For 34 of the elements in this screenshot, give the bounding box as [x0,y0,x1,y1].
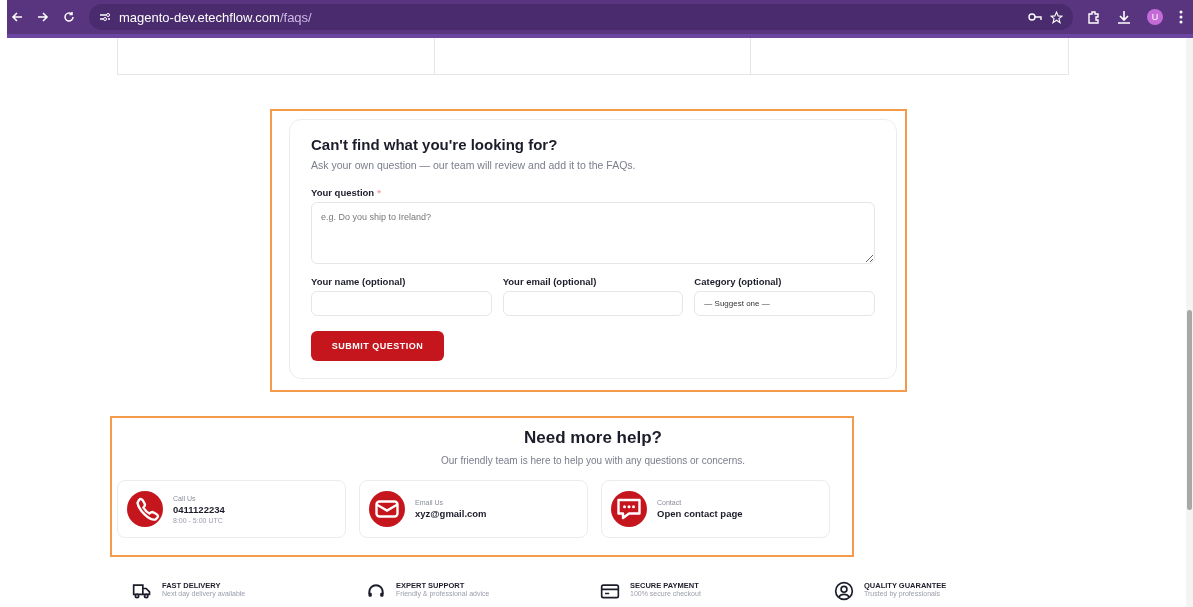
extensions-icon[interactable] [1087,10,1101,24]
submit-button[interactable]: SUBMIT QUESTION [311,331,444,361]
phone-icon [127,491,163,527]
more-menu-icon[interactable] [1179,10,1183,24]
help-subtitle: Our friendly team is here to help you with any questions or concerns. [439,455,746,466]
contact-value: 0411122234 [173,503,225,515]
form-subtitle: Ask your own question — our team will review and add it to the FAQs. [311,159,637,171]
forward-arrow-icon[interactable] [37,11,49,23]
field-label: Your name (optional) [311,276,407,287]
contact-value: xyz@gmail.com [415,508,487,519]
input-field[interactable] [311,291,492,316]
envelope-icon [369,491,405,527]
field-label: Your email (optional) [502,276,598,287]
reload-icon[interactable] [63,11,75,23]
back-arrow-icon[interactable] [11,11,23,23]
credit-card-icon [600,581,620,601]
truck-icon [132,581,152,601]
question-field[interactable]: e.g. Do you ship to Ireland? [311,202,875,264]
scrollbar[interactable] [1186,38,1193,607]
form-title: Can't find what you're looking for? [311,136,559,153]
address-bar[interactable]: magento-dev.etechflow.com/faqs/ [89,4,1073,30]
help-title: Need more help? [523,428,663,448]
category-dropdown[interactable]: — Suggest one — [694,291,875,316]
contact-value: Open contact page [657,508,743,519]
field-label: Your question * [311,187,382,198]
input-field[interactable] [502,291,684,316]
download-icon[interactable] [1117,10,1131,24]
star-icon[interactable] [1050,10,1063,24]
key-icon[interactable] [1028,12,1042,22]
user-circle-icon [834,581,854,601]
chat-bubble-icon [611,491,647,527]
field-label: Category (optional) [694,276,783,287]
site-settings-icon[interactable] [99,12,111,22]
url-text: magento-dev.etechflow.com/faqs/ [119,9,312,25]
